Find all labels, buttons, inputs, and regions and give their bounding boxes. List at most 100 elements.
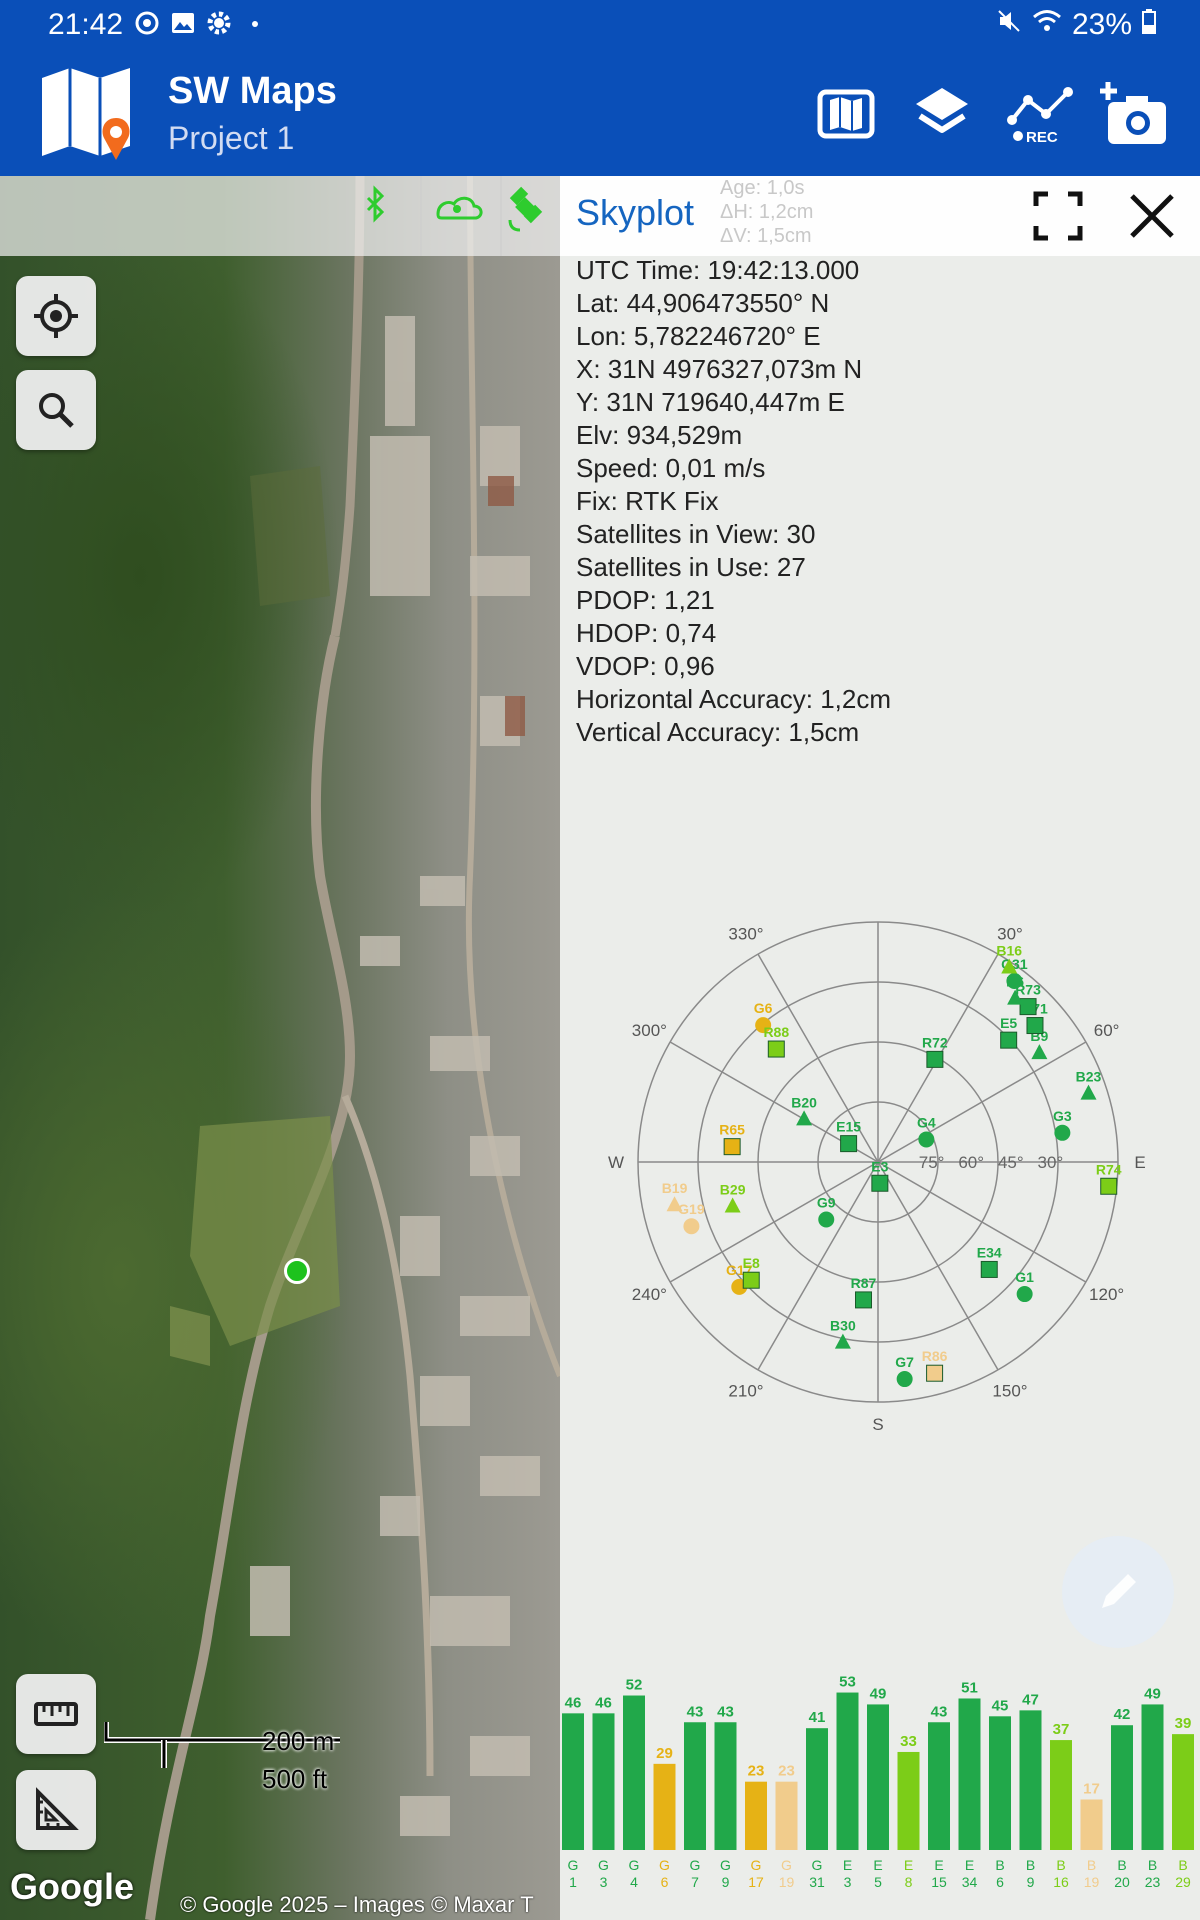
snr-bar — [592, 1713, 615, 1850]
wifi-icon — [1032, 8, 1062, 42]
snr-prn-label: 7 — [691, 1874, 699, 1890]
snr-prn-label: 29 — [1175, 1874, 1191, 1890]
snr-bar — [684, 1722, 706, 1850]
dot-status-icon — [242, 10, 268, 36]
satellite-label: E5 — [1000, 1015, 1017, 1031]
map-layers-book-button[interactable] — [810, 78, 882, 150]
satellite-marker — [918, 1131, 935, 1148]
measure-distance-button[interactable] — [16, 1674, 96, 1754]
satellite-marker — [871, 1174, 889, 1192]
snr-prn-label: 34 — [962, 1874, 978, 1890]
fullscreen-button[interactable] — [1028, 186, 1088, 246]
snr-system-label: G — [629, 1857, 640, 1873]
snr-value-label: 46 — [595, 1694, 612, 1711]
satellite-g3: G3 — [1053, 1108, 1072, 1141]
satellite-marker — [1000, 1031, 1018, 1049]
satellite-label: R72 — [922, 1034, 948, 1050]
add-photo-button[interactable] — [1099, 78, 1172, 150]
satellite-label: E34 — [977, 1244, 1002, 1260]
ghost-rtk-info: Age: 1,0s ΔH: 1,2cm ΔV: 1,5cm — [720, 176, 813, 248]
satellite-marker — [1019, 998, 1037, 1016]
azimuth-label: 330° — [728, 924, 763, 943]
satellite-e15: E15 — [836, 1119, 861, 1153]
snr-prn-label: 3 — [844, 1874, 852, 1890]
svg-text:REC: REC — [1026, 129, 1058, 146]
snr-bar — [836, 1692, 859, 1850]
satellite-label: B30 — [830, 1318, 856, 1334]
layers-button[interactable] — [906, 78, 978, 150]
add-photo-icon — [1099, 82, 1166, 144]
azimuth-label: 60° — [1094, 1021, 1120, 1040]
satellite-label: R74 — [1096, 1161, 1122, 1177]
gnss-info-line: Y: 31N 719640,447m E — [576, 387, 845, 417]
azimuth-label: 210° — [728, 1382, 763, 1401]
satellite-label: R65 — [719, 1122, 745, 1138]
satellite-marker — [1054, 1124, 1071, 1141]
satellite-marker — [1100, 1177, 1118, 1195]
snr-value-label: 52 — [626, 1677, 643, 1694]
close-panel-button[interactable] — [1122, 186, 1182, 246]
azimuth-spoke — [877, 1161, 999, 1371]
google-logo: Google — [10, 1866, 134, 1907]
satellite-b30: B30 — [830, 1318, 856, 1349]
satellite-label: E3 — [871, 1158, 888, 1174]
satellite-marker — [1006, 972, 1023, 989]
track-rec-icon: REC — [1007, 87, 1073, 146]
snr-system-label: G — [568, 1857, 579, 1873]
snr-value-label: 23 — [778, 1763, 795, 1780]
gnss-info-line: Fix: RTK Fix — [576, 486, 719, 516]
gnss-info-line: Vertical Accuracy: 1,5cm — [576, 717, 860, 747]
satellite-marker — [767, 1040, 785, 1058]
image-status-icon — [170, 10, 196, 36]
snr-value-label: 37 — [1053, 1721, 1070, 1738]
map-attribution[interactable]: © Google 2025 – Images © Maxar T — [180, 1892, 534, 1918]
measure-area-button[interactable] — [16, 1770, 96, 1850]
gnss-info-line: VDOP: 0,96 — [576, 651, 715, 681]
satellite-marker — [896, 1371, 913, 1388]
elevation-label: 60° — [958, 1153, 984, 1172]
satellite-label: G19 — [678, 1201, 705, 1217]
satellite-label: R86 — [922, 1348, 948, 1364]
satellite-marker — [723, 1138, 741, 1156]
snr-value-label: 39 — [1175, 1715, 1192, 1732]
my-location-button[interactable] — [16, 276, 96, 356]
satellite-label: G9 — [817, 1194, 836, 1210]
record-track-button[interactable]: REC — [1002, 78, 1074, 150]
ghost-dv: ΔV: 1,5cm — [720, 225, 812, 247]
snr-bar — [989, 1716, 1011, 1850]
snr-value-label: 17 — [1083, 1780, 1100, 1797]
snr-bar — [1111, 1725, 1133, 1850]
satellite-label: G3 — [1053, 1108, 1072, 1124]
gnss-info-line: Elv: 934,529m — [576, 420, 743, 450]
connection-icons — [366, 176, 543, 256]
azimuth-label: 120° — [1089, 1285, 1124, 1304]
snr-prn-label: 9 — [722, 1874, 730, 1890]
project-name[interactable]: Project 1 — [168, 120, 294, 157]
satellite-r86: R86 — [922, 1348, 948, 1382]
panel-header: Age: 1,0s ΔH: 1,2cm ΔV: 1,5cm Skyplot — [560, 176, 1200, 256]
search-button[interactable] — [16, 370, 96, 450]
gnss-info-line: Lon: 5,782246720° E — [576, 321, 821, 351]
battery-level: 23% — [1071, 8, 1132, 41]
scale-metric-label: 200 m — [262, 1726, 335, 1756]
snr-value-label: 41 — [809, 1709, 826, 1726]
close-icon — [1130, 194, 1174, 238]
layers-icon — [916, 88, 968, 133]
ntrip-cloud-icon — [436, 196, 483, 220]
compass-label: S — [872, 1415, 883, 1434]
snr-prn-label: 8 — [905, 1874, 913, 1890]
satellite-marker — [683, 1218, 700, 1235]
edit-fab[interactable] — [1062, 1536, 1174, 1648]
gnss-info-line: PDOP: 1,21 — [576, 585, 715, 615]
satellite-b29: B29 — [720, 1181, 746, 1213]
pencil-icon — [1102, 1574, 1136, 1608]
satellite-g1: G1 — [1015, 1269, 1034, 1303]
snr-system-label: E — [965, 1857, 974, 1873]
snr-bar — [1141, 1704, 1164, 1850]
snr-bar — [745, 1781, 767, 1850]
azimuth-label: 240° — [632, 1285, 667, 1304]
gnss-info-line: Speed: 0,01 m/s — [576, 453, 766, 483]
elevation-label: 75° — [919, 1153, 945, 1172]
snr-bar — [775, 1781, 798, 1850]
satellite-marker — [796, 1110, 813, 1126]
